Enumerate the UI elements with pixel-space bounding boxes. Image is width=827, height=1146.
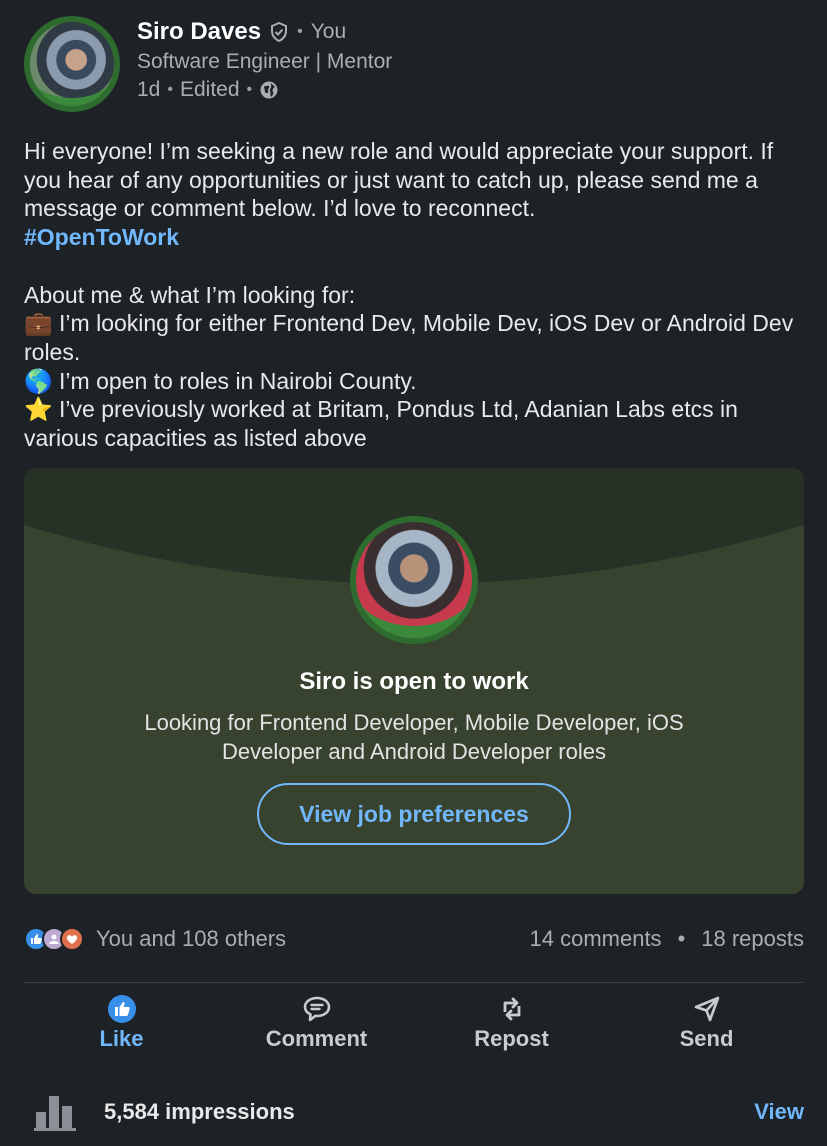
reaction-icons[interactable]: [24, 927, 84, 951]
globe-emoji-icon: 🌎: [24, 367, 53, 394]
impressions-count: 5,584 impressions: [104, 1099, 295, 1124]
repost-icon: [503, 997, 520, 1021]
hashtag-link[interactable]: #OpenToWork: [24, 224, 179, 250]
love-reaction-icon: [60, 927, 84, 951]
about-heading: About me & what I’m looking for:: [24, 281, 356, 308]
comment-label: Comment: [265, 1026, 368, 1051]
reposts-count[interactable]: 18 reposts: [701, 926, 804, 952]
post-body: Hi everyone! I’m seeking a new role and …: [24, 137, 814, 453]
post-meta: 1d • Edited •: [137, 78, 279, 102]
globe-icon: [260, 81, 278, 99]
view-analytics-link[interactable]: View: [754, 1099, 804, 1125]
open-to-work-avatar[interactable]: [350, 516, 478, 644]
you-label: You: [310, 20, 347, 43]
star-icon: ⭐: [24, 396, 53, 423]
social-counts: You and 108 others 14 comments • 18 repo…: [24, 922, 804, 956]
send-icon: [694, 996, 719, 1022]
author-name[interactable]: Siro Daves: [137, 18, 261, 46]
repost-label: Repost: [474, 1026, 549, 1051]
edited-label: Edited: [179, 78, 240, 101]
open-to-work-description: Looking for Frontend Developer, Mobile D…: [144, 710, 684, 764]
experience-text: I’ve previously worked at Britam, Pondus…: [24, 396, 738, 452]
send-button[interactable]: Send: [609, 994, 804, 1064]
author-headline: Software Engineer | Mentor: [137, 50, 393, 73]
separator-dot: •: [297, 23, 303, 40]
post-time: 1d: [137, 78, 161, 101]
comments-count[interactable]: 14 comments: [530, 926, 662, 952]
roles-text: I’m looking for either Frontend Dev, Mob…: [24, 310, 794, 365]
open-to-work-title: Siro is open to work: [299, 668, 529, 695]
thumbs-up-icon: [107, 995, 136, 1023]
engagement-counts: 14 comments • 18 reposts: [530, 926, 805, 952]
briefcase-icon: 💼: [24, 310, 53, 337]
like-label: Like: [99, 1026, 144, 1051]
post-line-experience: ⭐ I’ve previously worked at Britam, Pond…: [24, 395, 814, 452]
location-text: I’m open to roles in Nairobi County.: [59, 367, 417, 394]
post-intro: Hi everyone! I’m seeking a new role and …: [24, 138, 774, 222]
post-line-location: 🌎 I’m open to roles in Nairobi County.: [24, 367, 814, 396]
comment-button[interactable]: Comment: [219, 994, 414, 1064]
author-avatar[interactable]: [24, 16, 120, 112]
repost-button[interactable]: Repost: [414, 994, 609, 1064]
divider: [24, 982, 804, 983]
send-label: Send: [679, 1026, 734, 1051]
comment-icon: [303, 996, 330, 1022]
impressions-row: 5,584 impressions View: [34, 1090, 804, 1134]
separator-dot: •: [167, 81, 173, 98]
action-bar: Like Comment Repost Send: [24, 994, 804, 1064]
reactions-count[interactable]: You and 108 others: [96, 926, 286, 952]
separator-dot: •: [246, 81, 253, 98]
author-name-row: Siro Daves • You: [137, 18, 346, 46]
separator-dot: •: [677, 926, 686, 951]
post-header: Siro Daves • You Software Engineer | Men…: [24, 16, 804, 116]
view-job-preferences-button[interactable]: View job preferences: [257, 783, 571, 845]
like-button[interactable]: Like: [24, 994, 219, 1064]
post-line-roles: 💼 I’m looking for either Frontend Dev, M…: [24, 309, 814, 366]
open-to-work-card[interactable]: Siro is open to work Looking for Fronten…: [24, 468, 804, 894]
bar-chart-icon: [34, 1096, 76, 1131]
verified-shield-icon: [271, 22, 288, 42]
